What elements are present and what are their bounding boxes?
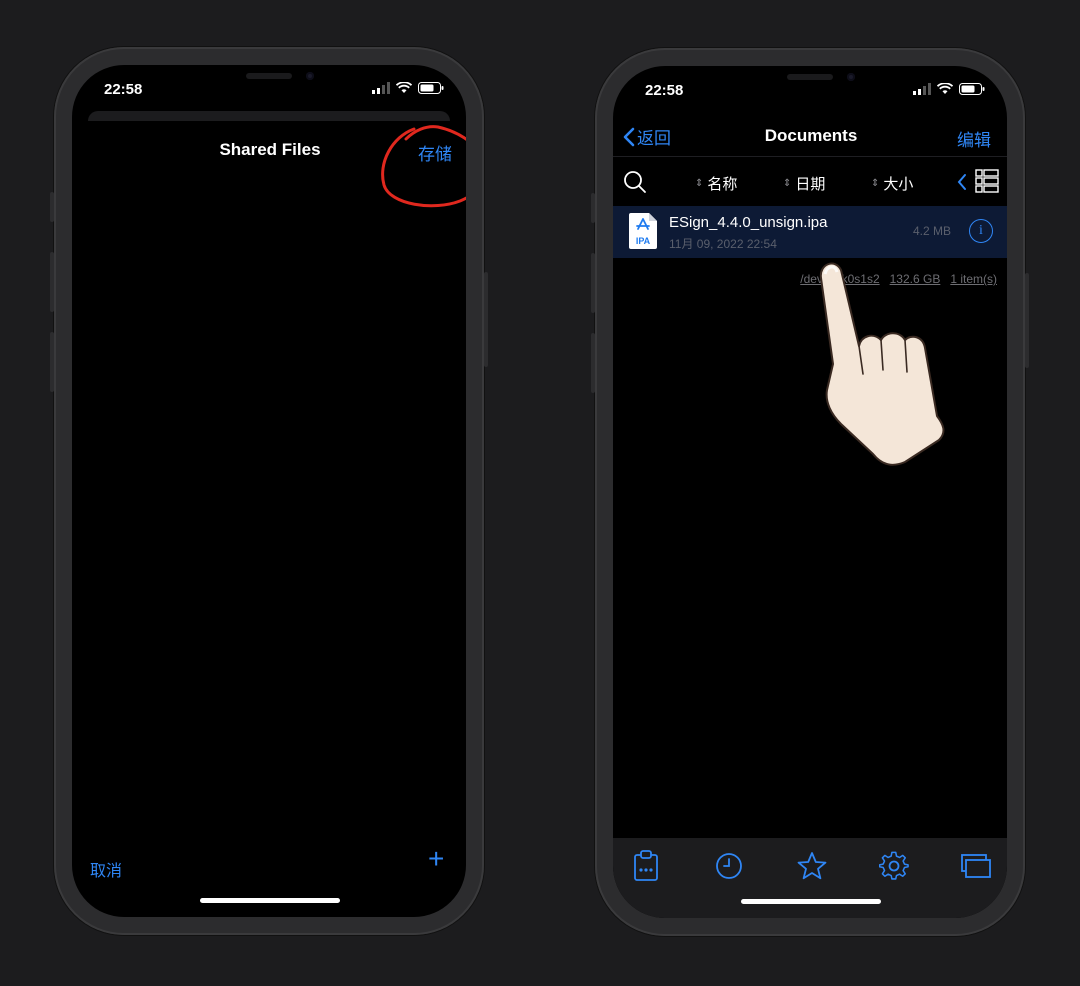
annotation-circle	[381, 125, 466, 208]
signal-icon	[913, 83, 931, 95]
file-size: 4.2 MB	[913, 224, 952, 238]
sheet-handle	[88, 111, 450, 121]
clock-icon[interactable]	[715, 852, 743, 880]
sort-arrows-icon: ⇕	[783, 177, 792, 189]
ipa-file-icon: IPA	[629, 213, 657, 249]
list-view-icon[interactable]	[975, 169, 999, 193]
file-row[interactable]: IPA ESign_4.4.0_unsign.ipa 11月 09, 2022 …	[613, 206, 1007, 258]
gear-icon[interactable]	[879, 851, 909, 881]
windows-icon[interactable]	[961, 854, 991, 878]
sort-arrows-icon: ⇕	[695, 177, 704, 189]
right-phone: 22:58 返回 Documents 编辑 ⇕ 名称 ⇕ 日期 ⇕ 大小 IPA…	[591, 48, 1029, 936]
sort-bar: ⇕ 名称 ⇕ 日期 ⇕ 大小	[613, 156, 1007, 207]
front-camera	[847, 73, 855, 81]
cancel-button[interactable]: 取消	[90, 857, 122, 881]
edit-button[interactable]: 编辑	[957, 126, 991, 151]
page-title: Documents	[764, 126, 858, 145]
speaker	[787, 74, 833, 80]
status-icons	[913, 83, 985, 95]
clipboard-icon[interactable]	[633, 850, 659, 882]
speaker	[246, 73, 292, 79]
home-indicator[interactable]	[741, 899, 881, 904]
sort-date-label: 日期	[795, 176, 826, 193]
add-button[interactable]: +	[428, 845, 444, 873]
sort-by-name[interactable]: ⇕ 名称	[695, 173, 737, 194]
file-name: ESign_4.4.0_unsign.ipa	[669, 214, 828, 231]
wifi-icon	[396, 82, 412, 93]
signal-icon	[372, 82, 390, 94]
star-icon[interactable]	[797, 851, 827, 881]
sort-name-label: 名称	[707, 176, 738, 193]
battery-icon	[418, 82, 444, 94]
tab-bar	[613, 838, 1007, 918]
front-camera	[306, 72, 314, 80]
search-icon[interactable]	[623, 170, 647, 194]
file-date: 11月 09, 2022 22:54	[669, 237, 777, 251]
file-badge: IPA	[636, 236, 651, 246]
status-icons	[372, 82, 444, 94]
wifi-icon	[937, 83, 953, 94]
sort-arrows-icon: ⇕	[871, 177, 880, 189]
info-button[interactable]: i	[969, 219, 993, 243]
status-time: 22:58	[104, 81, 143, 98]
battery-icon	[959, 83, 985, 95]
sort-by-date[interactable]: ⇕ 日期	[783, 173, 825, 194]
left-screen: 22:58 Shared Files 存储 取消 +	[72, 65, 466, 917]
sort-size-label: 大小	[883, 176, 914, 193]
hand-pointer-icon	[819, 262, 945, 466]
chevron-left-icon[interactable]	[957, 173, 967, 191]
right-screen: 22:58 返回 Documents 编辑 ⇕ 名称 ⇕ 日期 ⇕ 大小 IPA…	[613, 66, 1007, 918]
home-indicator[interactable]	[200, 898, 340, 903]
item-count[interactable]: 1 item(s)	[950, 272, 997, 286]
sort-by-size[interactable]: ⇕ 大小	[871, 173, 913, 194]
left-phone: 22:58 Shared Files 存储 取消 +	[50, 47, 488, 935]
status-time: 22:58	[645, 82, 684, 99]
